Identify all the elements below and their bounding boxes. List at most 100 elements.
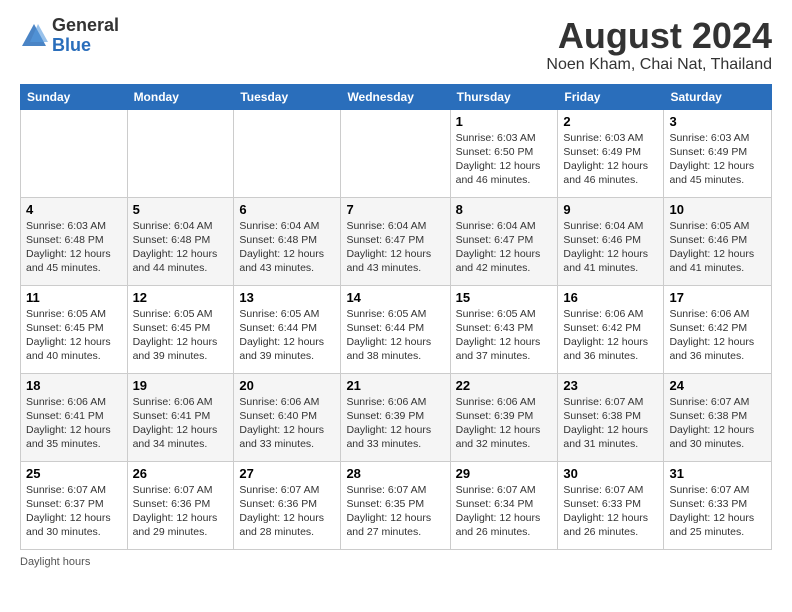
logo: General Blue bbox=[20, 16, 119, 56]
calendar-cell: 25 Sunrise: 6:07 AM Sunset: 6:37 PM Dayli… bbox=[21, 461, 128, 549]
day-detail: Sunrise: 6:04 AM Sunset: 6:48 PM Dayligh… bbox=[239, 219, 335, 276]
col-saturday: Saturday bbox=[664, 84, 772, 109]
calendar-cell: 8 Sunrise: 6:04 AM Sunset: 6:47 PM Daylig… bbox=[450, 197, 558, 285]
calendar-cell: 28 Sunrise: 6:07 AM Sunset: 6:35 PM Dayli… bbox=[341, 461, 450, 549]
day-detail: Sunrise: 6:04 AM Sunset: 6:46 PM Dayligh… bbox=[563, 219, 658, 276]
day-number: 5 bbox=[133, 202, 229, 217]
day-detail: Sunrise: 6:07 AM Sunset: 6:38 PM Dayligh… bbox=[669, 395, 766, 452]
calendar-cell: 21Sunrise: 6:06 AM Sunset: 6:39 PM Dayli… bbox=[341, 373, 450, 461]
day-detail: Sunrise: 6:07 AM Sunset: 6:33 PM Dayligh… bbox=[563, 483, 658, 540]
footer-label: Daylight hours bbox=[20, 556, 772, 568]
page: General Blue August 2024 Noen Kham, Chai… bbox=[0, 0, 792, 578]
day-number: 24 bbox=[669, 378, 766, 393]
calendar-cell: 26Sunrise: 6:07 AM Sunset: 6:36 PM Dayli… bbox=[127, 461, 234, 549]
day-detail: Sunrise: 6:04 AM Sunset: 6:47 PM Dayligh… bbox=[346, 219, 444, 276]
day-number: 31 bbox=[669, 466, 766, 481]
calendar-cell: 14Sunrise: 6:05 AM Sunset: 6:44 PM Dayli… bbox=[341, 285, 450, 373]
day-detail: Sunrise: 6:04 AM Sunset: 6:48 PM Dayligh… bbox=[133, 219, 229, 276]
day-number: 27 bbox=[239, 466, 335, 481]
calendar-cell: 2Sunrise: 6:03 AM Sunset: 6:49 PM Daylig… bbox=[558, 109, 664, 197]
day-number: 21 bbox=[346, 378, 444, 393]
col-tuesday: Tuesday bbox=[234, 84, 341, 109]
day-number: 28 bbox=[346, 466, 444, 481]
day-detail: Sunrise: 6:03 AM Sunset: 6:49 PM Dayligh… bbox=[669, 131, 766, 188]
col-sunday: Sunday bbox=[21, 84, 128, 109]
calendar-cell: 27 Sunrise: 6:07 AM Sunset: 6:36 PM Dayli… bbox=[234, 461, 341, 549]
calendar-cell: 22 Sunrise: 6:06 AM Sunset: 6:39 PM Dayli… bbox=[450, 373, 558, 461]
calendar-cell: 10Sunrise: 6:05 AM Sunset: 6:46 PM Dayli… bbox=[664, 197, 772, 285]
day-detail: Sunrise: 6:05 AM Sunset: 6:45 PM Dayligh… bbox=[26, 307, 122, 364]
day-detail: Sunrise: 6:06 AM Sunset: 6:42 PM Dayligh… bbox=[563, 307, 658, 364]
calendar-cell: 24 Sunrise: 6:07 AM Sunset: 6:38 PM Dayli… bbox=[664, 373, 772, 461]
calendar-cell: 20 Sunrise: 6:06 AM Sunset: 6:40 PM Dayli… bbox=[234, 373, 341, 461]
calendar-cell: 29Sunrise: 6:07 AM Sunset: 6:34 PM Dayli… bbox=[450, 461, 558, 549]
col-wednesday: Wednesday bbox=[341, 84, 450, 109]
day-number: 2 bbox=[563, 114, 658, 129]
calendar-cell: 18 Sunrise: 6:06 AM Sunset: 6:41 PM Dayli… bbox=[21, 373, 128, 461]
day-number: 30 bbox=[563, 466, 658, 481]
day-number: 7 bbox=[346, 202, 444, 217]
calendar-week-2: 4 Sunrise: 6:03 AM Sunset: 6:48 PM Daylig… bbox=[21, 197, 772, 285]
header-row: Sunday Monday Tuesday Wednesday Thursday… bbox=[21, 84, 772, 109]
day-detail: Sunrise: 6:05 AM Sunset: 6:44 PM Dayligh… bbox=[239, 307, 335, 364]
calendar-cell: 15 Sunrise: 6:05 AM Sunset: 6:43 PM Dayli… bbox=[450, 285, 558, 373]
calendar-cell: 13 Sunrise: 6:05 AM Sunset: 6:44 PM Dayli… bbox=[234, 285, 341, 373]
day-detail: Sunrise: 6:06 AM Sunset: 6:41 PM Dayligh… bbox=[133, 395, 229, 452]
col-thursday: Thursday bbox=[450, 84, 558, 109]
day-number: 8 bbox=[456, 202, 553, 217]
day-number: 19 bbox=[133, 378, 229, 393]
calendar-week-1: 1 Sunrise: 6:03 AM Sunset: 6:50 PM Daylig… bbox=[21, 109, 772, 197]
calendar-cell bbox=[21, 109, 128, 197]
day-number: 1 bbox=[456, 114, 553, 129]
calendar-cell bbox=[234, 109, 341, 197]
calendar-cell: 9 Sunrise: 6:04 AM Sunset: 6:46 PM Daylig… bbox=[558, 197, 664, 285]
calendar-cell bbox=[341, 109, 450, 197]
day-detail: Sunrise: 6:07 AM Sunset: 6:35 PM Dayligh… bbox=[346, 483, 444, 540]
logo-text: General Blue bbox=[52, 16, 119, 56]
day-number: 11 bbox=[26, 290, 122, 305]
day-number: 3 bbox=[669, 114, 766, 129]
day-detail: Sunrise: 6:05 AM Sunset: 6:44 PM Dayligh… bbox=[346, 307, 444, 364]
calendar-cell: 11 Sunrise: 6:05 AM Sunset: 6:45 PM Dayli… bbox=[21, 285, 128, 373]
day-detail: Sunrise: 6:07 AM Sunset: 6:37 PM Dayligh… bbox=[26, 483, 122, 540]
day-number: 12 bbox=[133, 290, 229, 305]
col-monday: Monday bbox=[127, 84, 234, 109]
col-friday: Friday bbox=[558, 84, 664, 109]
day-number: 23 bbox=[563, 378, 658, 393]
day-number: 13 bbox=[239, 290, 335, 305]
day-number: 15 bbox=[456, 290, 553, 305]
day-number: 17 bbox=[669, 290, 766, 305]
calendar-cell: 12Sunrise: 6:05 AM Sunset: 6:45 PM Dayli… bbox=[127, 285, 234, 373]
calendar-week-5: 25 Sunrise: 6:07 AM Sunset: 6:37 PM Dayli… bbox=[21, 461, 772, 549]
calendar-cell bbox=[127, 109, 234, 197]
day-detail: Sunrise: 6:06 AM Sunset: 6:40 PM Dayligh… bbox=[239, 395, 335, 452]
logo-icon bbox=[20, 22, 48, 50]
day-detail: Sunrise: 6:07 AM Sunset: 6:38 PM Dayligh… bbox=[563, 395, 658, 452]
day-number: 18 bbox=[26, 378, 122, 393]
calendar-cell: 3 Sunrise: 6:03 AM Sunset: 6:49 PM Daylig… bbox=[664, 109, 772, 197]
day-number: 25 bbox=[26, 466, 122, 481]
day-number: 9 bbox=[563, 202, 658, 217]
day-number: 16 bbox=[563, 290, 658, 305]
title-section: August 2024 Noen Kham, Chai Nat, Thailan… bbox=[546, 16, 772, 74]
day-detail: Sunrise: 6:07 AM Sunset: 6:36 PM Dayligh… bbox=[239, 483, 335, 540]
calendar-cell: 31Sunrise: 6:07 AM Sunset: 6:33 PM Dayli… bbox=[664, 461, 772, 549]
day-number: 20 bbox=[239, 378, 335, 393]
day-detail: Sunrise: 6:05 AM Sunset: 6:46 PM Dayligh… bbox=[669, 219, 766, 276]
header: General Blue August 2024 Noen Kham, Chai… bbox=[20, 16, 772, 74]
day-detail: Sunrise: 6:03 AM Sunset: 6:50 PM Dayligh… bbox=[456, 131, 553, 188]
logo-general-label: General bbox=[52, 16, 119, 36]
day-number: 4 bbox=[26, 202, 122, 217]
calendar-cell: 4 Sunrise: 6:03 AM Sunset: 6:48 PM Daylig… bbox=[21, 197, 128, 285]
logo-blue-label: Blue bbox=[52, 36, 119, 56]
day-detail: Sunrise: 6:06 AM Sunset: 6:41 PM Dayligh… bbox=[26, 395, 122, 452]
calendar-cell: 30 Sunrise: 6:07 AM Sunset: 6:33 PM Dayli… bbox=[558, 461, 664, 549]
day-number: 29 bbox=[456, 466, 553, 481]
month-title: August 2024 bbox=[546, 16, 772, 56]
day-detail: Sunrise: 6:03 AM Sunset: 6:48 PM Dayligh… bbox=[26, 219, 122, 276]
day-number: 22 bbox=[456, 378, 553, 393]
day-detail: Sunrise: 6:06 AM Sunset: 6:39 PM Dayligh… bbox=[456, 395, 553, 452]
calendar-cell: 16 Sunrise: 6:06 AM Sunset: 6:42 PM Dayli… bbox=[558, 285, 664, 373]
day-detail: Sunrise: 6:05 AM Sunset: 6:43 PM Dayligh… bbox=[456, 307, 553, 364]
day-detail: Sunrise: 6:04 AM Sunset: 6:47 PM Dayligh… bbox=[456, 219, 553, 276]
